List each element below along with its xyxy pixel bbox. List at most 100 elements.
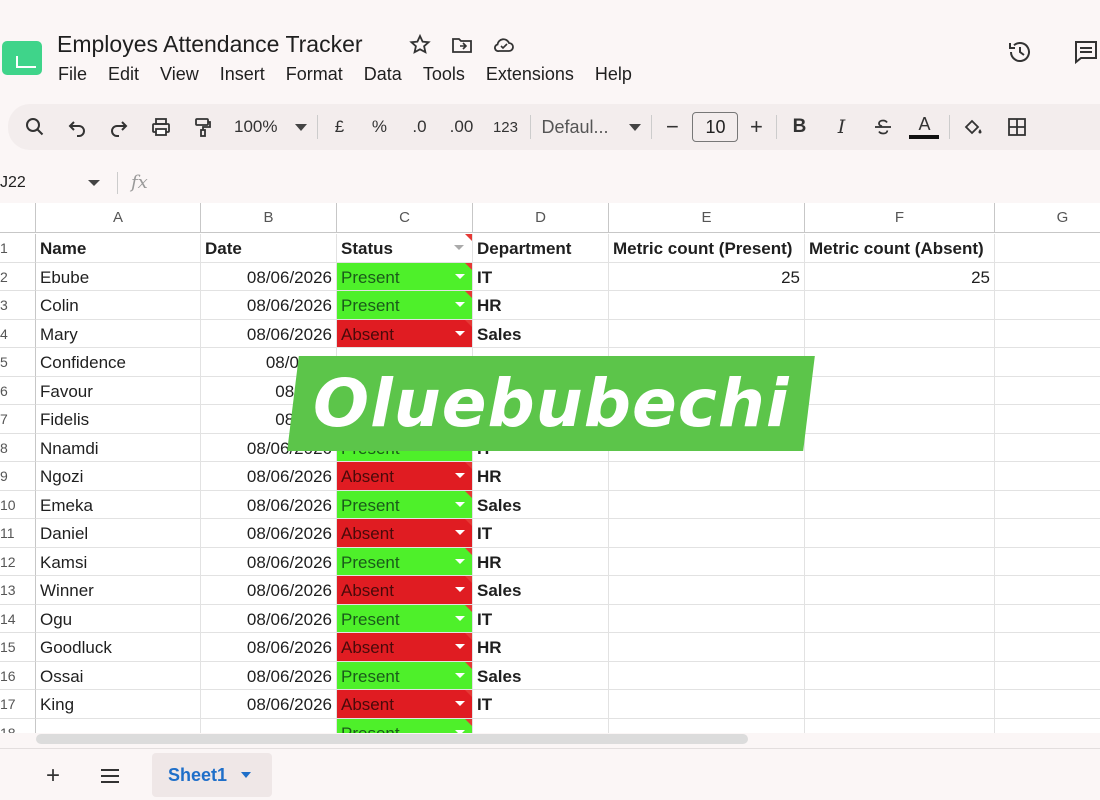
- chevron-down-icon[interactable]: [88, 180, 100, 186]
- spreadsheet-grid[interactable]: A B C D E F G 1 Name Date Status Departm…: [0, 203, 1100, 733]
- bold-button[interactable]: B: [787, 112, 811, 142]
- increase-font-size-icon[interactable]: +: [746, 112, 766, 142]
- menu-format[interactable]: Format: [286, 64, 343, 85]
- cell-present-count[interactable]: 25: [609, 262, 805, 291]
- undo-icon[interactable]: [64, 112, 90, 142]
- cell-absent-count[interactable]: 25: [805, 262, 995, 291]
- chevron-down-icon[interactable]: [455, 587, 465, 592]
- cell-absent-count[interactable]: [805, 718, 995, 733]
- zoom-select[interactable]: 100%: [234, 112, 308, 142]
- status-dropdown-cell[interactable]: Absent: [337, 519, 473, 548]
- chevron-down-icon[interactable]: [455, 701, 465, 706]
- status-dropdown-cell[interactable]: Absent: [337, 462, 473, 491]
- redo-icon[interactable]: [106, 112, 132, 142]
- print-icon[interactable]: [148, 112, 174, 142]
- empty-cell[interactable]: [995, 234, 1100, 263]
- borders-icon[interactable]: [1004, 112, 1030, 142]
- cell-absent-count[interactable]: [805, 433, 995, 462]
- cell-absent-count[interactable]: [805, 405, 995, 434]
- cell-name[interactable]: Confidence: [36, 348, 201, 377]
- row-number[interactable]: 1: [0, 234, 36, 263]
- cell-name[interactable]: [36, 718, 201, 733]
- column-header-d[interactable]: D: [473, 203, 609, 233]
- cell-absent-count[interactable]: [805, 319, 995, 348]
- cell-date[interactable]: 08/06/2026: [201, 462, 337, 491]
- status-dropdown-cell[interactable]: Present: [337, 718, 473, 733]
- status-dropdown-cell[interactable]: Present: [337, 604, 473, 633]
- currency-format-button[interactable]: £: [328, 112, 350, 142]
- cell-dept[interactable]: HR: [473, 462, 609, 491]
- cell-absent-count[interactable]: [805, 519, 995, 548]
- cell-present-count[interactable]: [609, 576, 805, 605]
- row-number[interactable]: 18: [0, 718, 36, 733]
- cell-dept[interactable]: [473, 718, 609, 733]
- document-title[interactable]: Employes Attendance Tracker: [57, 31, 363, 58]
- cell-present-count[interactable]: [609, 462, 805, 491]
- cell-date[interactable]: 08/06/2026: [201, 319, 337, 348]
- empty-cell[interactable]: [995, 662, 1100, 690]
- cell-name[interactable]: Emeka: [36, 490, 201, 519]
- column-header-a[interactable]: A: [36, 203, 201, 233]
- cell-name[interactable]: King: [36, 690, 201, 719]
- text-color-button[interactable]: A: [909, 112, 940, 142]
- chevron-down-icon[interactable]: [455, 615, 465, 621]
- cell-absent-count[interactable]: [805, 690, 995, 719]
- cell-present-count[interactable]: [609, 690, 805, 719]
- cell-present-count[interactable]: [609, 291, 805, 320]
- empty-cell[interactable]: [995, 519, 1100, 548]
- column-header-e[interactable]: E: [609, 203, 805, 233]
- cell-date[interactable]: 08/06/2026: [201, 262, 337, 291]
- menu-help[interactable]: Help: [595, 64, 632, 85]
- row-number[interactable]: 2: [0, 262, 36, 291]
- cell-name[interactable]: Favour: [36, 376, 201, 405]
- chevron-down-icon[interactable]: [455, 473, 465, 478]
- cell-present-count[interactable]: [609, 633, 805, 662]
- empty-cell[interactable]: [995, 491, 1100, 519]
- header-cell-present-count[interactable]: Metric count (Present): [609, 234, 805, 263]
- menu-tools[interactable]: Tools: [423, 64, 465, 85]
- cell-absent-count[interactable]: [805, 661, 995, 690]
- row-number[interactable]: 14: [0, 604, 36, 633]
- cell-name[interactable]: Daniel: [36, 519, 201, 548]
- cell-dept[interactable]: Sales: [473, 661, 609, 690]
- font-select[interactable]: Defaul...: [541, 112, 642, 142]
- chevron-down-icon[interactable]: [455, 672, 465, 678]
- status-dropdown-cell[interactable]: Present: [337, 262, 473, 291]
- cell-present-count[interactable]: [609, 319, 805, 348]
- menu-edit[interactable]: Edit: [108, 64, 139, 85]
- cell-date[interactable]: 08/06/2026: [201, 547, 337, 576]
- cell-name[interactable]: Ossai: [36, 661, 201, 690]
- cell-dept[interactable]: IT: [473, 262, 609, 291]
- cell-absent-count[interactable]: [805, 490, 995, 519]
- select-all-corner[interactable]: [0, 203, 36, 233]
- status-dropdown-cell[interactable]: Present: [337, 661, 473, 690]
- row-number[interactable]: 15: [0, 633, 36, 662]
- row-number[interactable]: 8: [0, 433, 36, 462]
- cell-name[interactable]: Mary: [36, 319, 201, 348]
- column-header-b[interactable]: B: [201, 203, 337, 233]
- empty-cell[interactable]: [995, 263, 1100, 291]
- header-cell-absent-count[interactable]: Metric count (Absent): [805, 234, 995, 263]
- cell-absent-count[interactable]: [805, 462, 995, 491]
- paint-format-icon[interactable]: [190, 112, 216, 142]
- cell-date[interactable]: 08/06/2026: [201, 490, 337, 519]
- cell-present-count[interactable]: [609, 604, 805, 633]
- status-dropdown-cell[interactable]: Present: [337, 291, 473, 320]
- cell-dept[interactable]: HR: [473, 547, 609, 576]
- comments-icon[interactable]: [1072, 38, 1100, 66]
- cell-date[interactable]: 08/06/2026: [201, 690, 337, 719]
- empty-cell[interactable]: [995, 690, 1100, 719]
- empty-cell[interactable]: [995, 633, 1100, 662]
- percent-format-button[interactable]: %: [368, 112, 390, 142]
- column-header-f[interactable]: F: [805, 203, 995, 233]
- empty-cell[interactable]: [995, 291, 1100, 320]
- chevron-down-icon[interactable]: [241, 772, 252, 778]
- cell-dept[interactable]: IT: [473, 690, 609, 719]
- menu-data[interactable]: Data: [364, 64, 402, 85]
- chevron-down-icon[interactable]: [455, 501, 465, 507]
- cell-present-count[interactable]: [609, 661, 805, 690]
- cell-name[interactable]: Nnamdi: [36, 433, 201, 462]
- decrease-font-size-icon[interactable]: −: [662, 112, 682, 142]
- status-dropdown-cell[interactable]: Absent: [337, 319, 473, 348]
- column-header-g[interactable]: G: [995, 203, 1100, 233]
